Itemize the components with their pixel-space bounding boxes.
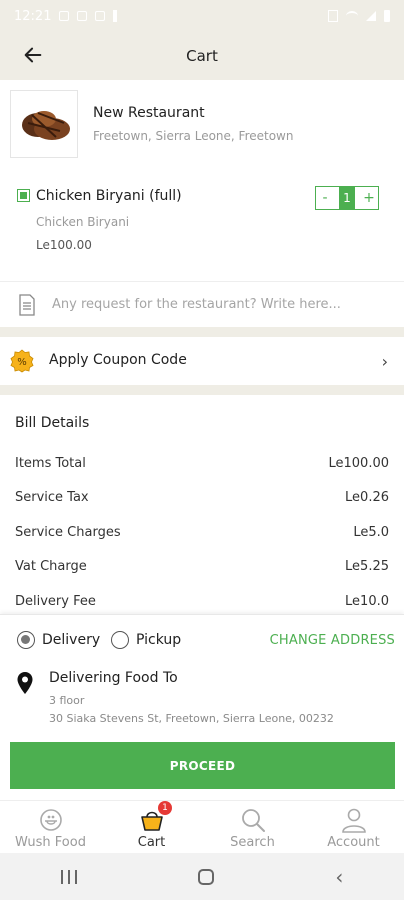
tab-label: Search bbox=[230, 835, 275, 850]
decrease-button[interactable]: - bbox=[316, 188, 334, 208]
address-line-1: 3 floor bbox=[49, 694, 85, 707]
tab-label: Account bbox=[327, 835, 380, 850]
app-bar: Cart bbox=[0, 32, 404, 80]
back-arrow-icon[interactable] bbox=[22, 44, 44, 66]
bottom-tab-bar: Wush Food 1 Cart Search Account bbox=[0, 800, 404, 853]
bill-row-label: Service Tax bbox=[15, 490, 89, 505]
coupon-icon: % bbox=[10, 349, 34, 373]
bill-row: Items Total Le100.00 bbox=[15, 456, 389, 471]
change-address-link[interactable]: CHANGE ADDRESS bbox=[270, 633, 395, 648]
bill-details: Bill Details Items Total Le100.00 Servic… bbox=[0, 395, 404, 615]
bill-row-label: Vat Charge bbox=[15, 559, 87, 574]
quantity-value: 1 bbox=[339, 186, 355, 210]
notification-icon bbox=[59, 11, 70, 21]
quantity-stepper: - 1 + bbox=[315, 186, 379, 210]
delivery-panel: Delivery Pickup CHANGE ADDRESS Deliverin… bbox=[0, 614, 404, 800]
signal-icon bbox=[366, 11, 376, 21]
proceed-button[interactable]: PROCEED bbox=[10, 742, 395, 789]
bill-row: Vat Charge Le5.25 bbox=[15, 559, 389, 574]
address-line-2: 30 Siaka Stevens St, Freetown, Sierra Le… bbox=[49, 712, 334, 725]
tab-cart[interactable]: 1 Cart bbox=[101, 801, 202, 853]
search-icon bbox=[241, 809, 265, 832]
tab-label: Cart bbox=[137, 835, 166, 850]
bill-row: Service Tax Le0.26 bbox=[15, 490, 389, 505]
delivery-radio[interactable] bbox=[17, 631, 35, 649]
bag-icon bbox=[95, 11, 106, 21]
tab-search[interactable]: Search bbox=[202, 801, 303, 853]
recents-icon[interactable] bbox=[60, 869, 77, 884]
svg-text:%: % bbox=[17, 357, 27, 368]
tab-account[interactable]: Account bbox=[303, 801, 404, 853]
restaurant-image bbox=[10, 90, 78, 158]
location-pin-icon bbox=[17, 672, 33, 694]
pickup-radio[interactable] bbox=[111, 631, 129, 649]
bill-row-label: Delivery Fee bbox=[15, 594, 96, 609]
cart-item: Chicken Biryani (full) Chicken Biryani L… bbox=[0, 170, 404, 270]
wifi-icon bbox=[346, 11, 358, 21]
coupon-label: Apply Coupon Code bbox=[49, 352, 187, 368]
request-placeholder: Any request for the restaurant? Write he… bbox=[52, 297, 341, 312]
status-bar: 12:21 bbox=[0, 0, 404, 32]
status-time: 12:21 bbox=[14, 8, 52, 24]
veg-indicator-icon bbox=[17, 189, 30, 202]
system-nav-bar: ‹ bbox=[0, 853, 404, 900]
bill-row-value: Le5.0 bbox=[353, 525, 389, 540]
section-divider bbox=[0, 385, 404, 395]
mute-icon bbox=[328, 10, 338, 22]
cart-badge: 1 bbox=[158, 801, 172, 815]
delivering-title: Delivering Food To bbox=[49, 670, 178, 686]
bill-row-value: Le100.00 bbox=[328, 456, 390, 471]
increase-button[interactable]: + bbox=[360, 188, 378, 208]
item-name: Chicken Biryani (full) bbox=[36, 188, 182, 204]
restaurant-card: New Restaurant Freetown, Sierra Leone, F… bbox=[0, 80, 404, 170]
back-nav-icon[interactable]: ‹ bbox=[335, 865, 343, 889]
bill-row-value: Le10.0 bbox=[345, 594, 389, 609]
home-icon[interactable] bbox=[197, 868, 214, 885]
page-title: Cart bbox=[186, 47, 218, 65]
bill-row-value: Le5.25 bbox=[345, 559, 389, 574]
bill-row: Service Charges Le5.0 bbox=[15, 525, 389, 540]
tab-wush-food[interactable]: Wush Food bbox=[0, 801, 101, 853]
battery-icon bbox=[384, 10, 390, 22]
bill-title: Bill Details bbox=[15, 415, 90, 431]
bill-row-value: Le0.26 bbox=[345, 490, 389, 505]
tab-label: Wush Food bbox=[15, 835, 86, 850]
bill-row-label: Items Total bbox=[15, 456, 86, 471]
pickup-option-label: Pickup bbox=[136, 632, 182, 648]
food-icon bbox=[39, 809, 62, 831]
document-icon bbox=[19, 294, 35, 316]
restaurant-request-field[interactable]: Any request for the restaurant? Write he… bbox=[0, 281, 404, 327]
delivery-option-label: Delivery bbox=[42, 632, 101, 648]
restaurant-location: Freetown, Sierra Leone, Freetown bbox=[93, 129, 294, 143]
item-price: Le100.00 bbox=[36, 238, 92, 252]
chevron-right-icon: › bbox=[381, 352, 388, 371]
apply-coupon-row[interactable]: % Apply Coupon Code › bbox=[0, 337, 404, 385]
bill-row: Delivery Fee Le10.0 bbox=[15, 594, 389, 609]
user-icon bbox=[341, 808, 366, 833]
section-divider bbox=[0, 327, 404, 337]
restaurant-name: New Restaurant bbox=[93, 105, 205, 121]
item-subtitle: Chicken Biryani bbox=[36, 215, 130, 229]
battery-saver-icon bbox=[113, 10, 118, 22]
image-icon bbox=[77, 11, 88, 21]
bill-row-label: Service Charges bbox=[15, 525, 121, 540]
